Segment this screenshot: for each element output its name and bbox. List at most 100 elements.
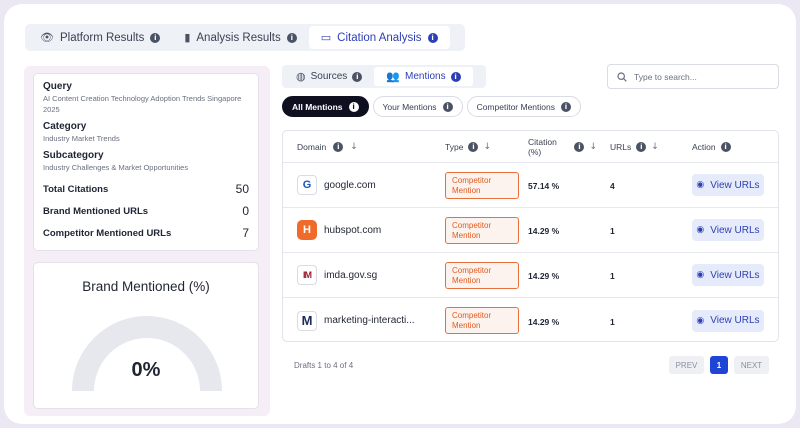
urls-value: 1 <box>610 226 615 236</box>
column-header-type[interactable]: Type i ↓ <box>433 141 515 152</box>
sort-arrow-icon[interactable]: ↓ <box>350 142 358 152</box>
info-icon[interactable]: i <box>286 32 297 43</box>
column-header-domain[interactable]: Domain i ↓ <box>283 141 433 152</box>
domain-text: marketing-interacti... <box>324 315 415 326</box>
view-urls-button[interactable]: ◉ View URLs <box>692 309 764 332</box>
query-label: Query <box>43 81 72 92</box>
mention-filters: All Mentions i Your Mentions i Competito… <box>282 96 581 117</box>
view-urls-button[interactable]: ◉ View URLs <box>692 174 764 196</box>
logo-letter: H <box>303 224 311 236</box>
column-label: Type <box>445 141 464 152</box>
tab-analysis-results[interactable]: ▮ Analysis Results i <box>172 26 308 49</box>
sort-arrow-icon[interactable]: ↓ <box>589 142 597 152</box>
search-box <box>607 64 779 89</box>
urls-cell: 1 <box>597 312 679 330</box>
domain-cell: M marketing-interacti... <box>283 310 433 331</box>
urls-cell: 1 <box>597 221 679 239</box>
tab-mentions[interactable]: 👥 Mentions i <box>374 67 473 86</box>
type-cell: Competitor Mention <box>433 307 519 334</box>
stat-total-citations: Total Citations 50 <box>43 178 249 200</box>
view-urls-label: View URLs <box>710 179 760 191</box>
google-logo-icon: G <box>297 175 317 195</box>
info-icon[interactable]: i <box>442 101 453 112</box>
type-badge: Competitor Mention <box>445 171 519 199</box>
bar-chart-icon: ▮ <box>184 31 191 44</box>
imda-logo-icon: IM <box>297 265 317 285</box>
citation-cell: 14.29 % <box>515 312 597 330</box>
domain-cell: H hubspot.com <box>283 220 433 240</box>
stat-value: 7 <box>242 226 249 240</box>
top-tab-bar: 👁 Platform Results i ▮ Analysis Results … <box>25 24 465 51</box>
info-icon[interactable]: i <box>352 71 363 82</box>
view-urls-label: View URLs <box>710 224 760 236</box>
stat-competitor-urls: Competitor Mentioned URLs 7 <box>43 222 249 244</box>
filter-all-mentions[interactable]: All Mentions i <box>282 96 369 117</box>
table-row: G google.com Competitor Mention 57.14 % … <box>283 163 778 208</box>
urls-cell: 4 <box>597 176 679 194</box>
table-header: Domain i ↓ Type i ↓ Citation (%) i ↓ URL… <box>283 131 778 163</box>
filter-label: Competitor Mentions <box>476 101 555 112</box>
mentions-table: Domain i ↓ Type i ↓ Citation (%) i ↓ URL… <box>282 130 779 342</box>
citation-value: 14.29 % <box>528 316 560 327</box>
query-value: AI Content Creation Technology Adoption … <box>43 94 242 114</box>
stat-label: Competitor Mentioned URLs <box>43 227 172 239</box>
info-icon[interactable]: i <box>636 141 647 152</box>
next-page-button[interactable]: NEXT <box>734 356 769 374</box>
filter-label: All Mentions <box>292 101 343 112</box>
action-cell: ◉ View URLs <box>679 309 778 332</box>
tab-citation-analysis[interactable]: ▭ Citation Analysis i <box>308 26 450 49</box>
query-card: Query AI Content Creation Technology Ado… <box>33 73 259 251</box>
column-label: Action <box>692 141 716 152</box>
subcategory-value: Industry Challenges & Market Opportuniti… <box>43 163 189 172</box>
info-icon[interactable]: i <box>450 71 461 82</box>
citation-cell: 14.29 % <box>515 221 597 239</box>
stat-label: Total Citations <box>43 183 109 195</box>
view-urls-button[interactable]: ◉ View URLs <box>692 219 764 241</box>
brand-mentioned-value: 0% <box>131 359 161 381</box>
urls-value: 4 <box>610 181 615 191</box>
column-header-citation[interactable]: Citation (%) i ↓ <box>515 137 597 157</box>
sort-arrow-icon[interactable]: ↓ <box>483 142 491 152</box>
brand-mentioned-card: Brand Mentioned (%) 0% <box>33 262 259 409</box>
table-row: M marketing-interacti... Competitor Ment… <box>283 298 778 341</box>
hubspot-logo-icon: H <box>297 220 317 240</box>
tab-label: Sources <box>310 71 348 82</box>
domain-text: hubspot.com <box>324 224 382 236</box>
column-label: Domain <box>297 141 327 152</box>
info-icon[interactable]: i <box>427 32 438 43</box>
eye-icon: 👁 <box>40 31 54 44</box>
filter-your-mentions[interactable]: Your Mentions i <box>372 96 463 117</box>
table-row: H hubspot.com Competitor Mention 14.29 %… <box>283 208 778 253</box>
info-icon[interactable]: i <box>348 101 359 112</box>
tab-sources[interactable]: ◍ Sources i <box>284 67 374 86</box>
prev-page-button[interactable]: PREV <box>669 356 704 374</box>
action-cell: ◉ View URLs <box>679 219 778 241</box>
page-1-button[interactable]: 1 <box>710 356 728 374</box>
tab-label: Platform Results <box>59 31 145 44</box>
search-input[interactable] <box>634 71 764 82</box>
citation-value: 14.29 % <box>528 271 560 281</box>
stat-brand-urls: Brand Mentioned URLs 0 <box>43 200 249 222</box>
type-cell: Competitor Mention <box>433 216 519 244</box>
view-icon: ◉ <box>696 315 705 326</box>
info-icon[interactable]: i <box>574 141 585 152</box>
citation-cell: 57.14 % <box>515 176 597 194</box>
type-badge: Competitor Mention <box>445 307 519 334</box>
column-header-action: Action i <box>679 141 778 152</box>
info-icon[interactable]: i <box>560 101 571 112</box>
info-icon[interactable]: i <box>720 141 731 152</box>
type-badge: Competitor Mention <box>445 216 519 244</box>
column-header-urls[interactable]: URLs i ↓ <box>597 141 679 152</box>
filter-competitor-mentions[interactable]: Competitor Mentions i <box>466 96 581 117</box>
sort-arrow-icon[interactable]: ↓ <box>651 142 659 152</box>
info-icon[interactable]: i <box>468 141 479 152</box>
search-icon <box>617 71 627 82</box>
tab-platform-results[interactable]: 👁 Platform Results i <box>28 26 172 49</box>
info-icon[interactable]: i <box>333 141 344 152</box>
action-cell: ◉ View URLs <box>679 264 778 286</box>
info-icon[interactable]: i <box>150 32 161 43</box>
tab-label: Citation Analysis <box>337 31 422 44</box>
view-icon: ◉ <box>696 225 705 235</box>
view-urls-button[interactable]: ◉ View URLs <box>692 264 764 286</box>
type-badge: Competitor Mention <box>445 261 519 289</box>
